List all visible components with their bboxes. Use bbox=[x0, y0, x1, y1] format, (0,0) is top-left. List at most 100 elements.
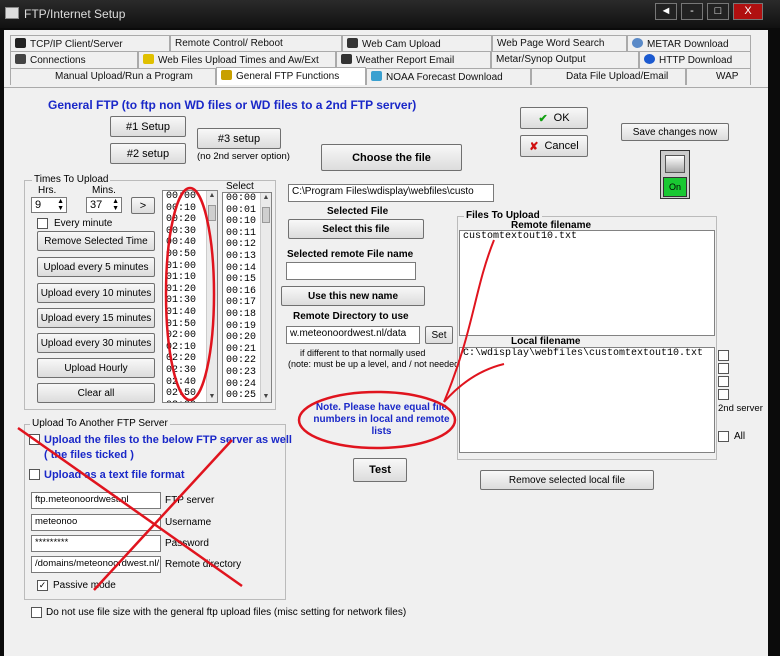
maximize-button[interactable]: □ bbox=[707, 3, 729, 20]
back-button[interactable]: ◄ bbox=[655, 3, 677, 20]
tab-http[interactable]: HTTP Download bbox=[639, 51, 751, 68]
username-field[interactable]: meteonoo bbox=[31, 514, 161, 531]
tab-remote-control[interactable]: Remote Control/ Reboot bbox=[170, 35, 342, 52]
minimize-button[interactable]: - bbox=[681, 3, 703, 20]
remove-selected-time-button[interactable]: Remove Selected Time bbox=[37, 231, 155, 251]
toggle-on-label: On bbox=[663, 177, 687, 197]
clear-all-button[interactable]: Clear all bbox=[37, 383, 155, 403]
spinner-arrows-icon: ▲ ▼ bbox=[57, 198, 64, 212]
hours-spinner[interactable]: 9 ▲ ▼ bbox=[31, 197, 67, 213]
no-file-size-checkbox[interactable] bbox=[31, 607, 42, 618]
password-field[interactable]: ********* bbox=[31, 535, 161, 552]
set-dir-button[interactable]: Set bbox=[425, 326, 453, 344]
password-label: Password bbox=[165, 538, 209, 549]
upload-below-checkbox[interactable] bbox=[29, 434, 40, 445]
minutes-spinner[interactable]: 37 ▲ ▼ bbox=[86, 197, 122, 213]
noaa-icon bbox=[371, 71, 382, 81]
scroll-down-icon[interactable]: ▼ bbox=[261, 392, 271, 402]
toggle-knob bbox=[665, 155, 685, 173]
http-globe-icon bbox=[644, 54, 655, 64]
tab-metar-synop[interactable]: Metar/Synop Output bbox=[491, 51, 639, 68]
all-checkbox[interactable] bbox=[718, 431, 729, 442]
close-button[interactable]: X bbox=[733, 3, 763, 20]
tab-data-file[interactable]: Data File Upload/Email bbox=[531, 68, 686, 85]
scroll-up-icon[interactable]: ▲ bbox=[261, 193, 271, 203]
scroll-thumb[interactable] bbox=[262, 207, 270, 223]
select-this-file-button[interactable]: Select this file bbox=[288, 219, 424, 239]
on-toggle-switch[interactable]: On bbox=[660, 150, 690, 199]
selected-file-label: Selected File bbox=[327, 206, 389, 217]
tab-noaa[interactable]: NOAA Forecast Download bbox=[366, 68, 531, 85]
tab-general-ftp[interactable]: General FTP Functions bbox=[216, 67, 366, 85]
spinner-arrows-icon: ▲ ▼ bbox=[112, 198, 119, 212]
upload-below-label: Upload the files to the below FTP server… bbox=[44, 434, 292, 446]
tab-webcam[interactable]: Web Cam Upload bbox=[342, 35, 492, 52]
tab-weather-email[interactable]: Weather Report Email bbox=[336, 51, 491, 68]
remote-directory-field[interactable]: /domains/meteonoordwest.nl/ bbox=[31, 556, 161, 573]
second-server-checkbox-1[interactable] bbox=[718, 350, 729, 361]
scroll-up-icon[interactable]: ▲ bbox=[207, 191, 217, 201]
camera-icon bbox=[347, 38, 358, 48]
choose-file-button[interactable]: Choose the file bbox=[321, 144, 462, 171]
local-files-items: C:\wdisplay\webfiles\customtextout10.txt bbox=[460, 348, 714, 360]
hrs-label: Hrs. bbox=[38, 185, 57, 196]
setup-1-button[interactable]: #1 Setup bbox=[110, 116, 186, 137]
tab-metar[interactable]: METAR Download bbox=[627, 35, 751, 52]
save-changes-button[interactable]: Save changes now bbox=[621, 123, 729, 141]
email-icon bbox=[341, 54, 352, 64]
remove-local-file-button[interactable]: Remove selected local file bbox=[480, 470, 654, 490]
local-files-list[interactable]: C:\wdisplay\webfiles\customtextout10.txt bbox=[459, 347, 715, 453]
upload-every-5-button[interactable]: Upload every 5 minutes bbox=[37, 257, 155, 277]
scroll-down-icon[interactable]: ▼ bbox=[207, 392, 217, 402]
files-ticked-label: ( the files ticked ) bbox=[44, 449, 134, 461]
setup-3-button[interactable]: #3 setup bbox=[197, 128, 281, 149]
text-format-label: Upload as a text file format bbox=[44, 469, 185, 481]
ok-button[interactable]: ✔ OK bbox=[520, 107, 588, 129]
upload-every-15-button[interactable]: Upload every 15 minutes bbox=[37, 308, 155, 328]
mins-label: Mins. bbox=[92, 185, 116, 196]
tab-web-files[interactable]: Web Files Upload Times and Aw/Ext bbox=[138, 51, 336, 68]
ftp-server-field[interactable]: ftp.meteonoordwest.nl bbox=[31, 492, 161, 509]
no-file-size-label: Do not use file size with the general ft… bbox=[46, 607, 407, 618]
file-path-field[interactable]: C:\Program Files\wdisplay\webfiles\custo bbox=[288, 184, 494, 202]
passive-mode-checkbox[interactable]: ✓ bbox=[37, 580, 48, 591]
list-item[interactable]: C:\wdisplay\webfiles\customtextout10.txt bbox=[460, 348, 714, 360]
tab-tcpip[interactable]: TCP/IP Client/Server bbox=[10, 35, 170, 52]
cancel-button[interactable]: ✘ Cancel bbox=[520, 135, 588, 157]
connections-icon bbox=[15, 54, 26, 64]
times-scrollbar[interactable]: ▲ ▼ bbox=[206, 191, 217, 402]
list-item[interactable]: customtextout10.txt bbox=[460, 231, 714, 243]
add-time-button[interactable]: > bbox=[131, 197, 155, 214]
remote-dir-field[interactable]: w.meteonoordwest.nl/data bbox=[286, 326, 420, 344]
tab-manual-upload[interactable]: Manual Upload/Run a Program bbox=[10, 68, 216, 85]
test-button[interactable]: Test bbox=[353, 458, 407, 482]
second-server-checkbox-3[interactable] bbox=[718, 376, 729, 387]
no-second-server-note: (no 2nd server option) bbox=[197, 151, 290, 162]
upload-hourly-button[interactable]: Upload Hourly bbox=[37, 358, 155, 378]
tab-divider bbox=[4, 87, 768, 88]
remote-dir-label: Remote Directory to use bbox=[293, 311, 409, 322]
tab-connections[interactable]: Connections bbox=[10, 51, 138, 68]
remote-files-list[interactable]: customtextout10.txt bbox=[459, 230, 715, 336]
text-format-checkbox[interactable] bbox=[29, 469, 40, 480]
local-filename-label: Local filename bbox=[511, 336, 581, 347]
remote-files-items: customtextout10.txt bbox=[460, 231, 714, 243]
tab-wap[interactable]: WAP bbox=[686, 68, 751, 85]
second-server-checkbox-2[interactable] bbox=[718, 363, 729, 374]
upload-every-30-button[interactable]: Upload every 30 minutes bbox=[37, 333, 155, 353]
upload-every-10-button[interactable]: Upload every 10 minutes bbox=[37, 283, 155, 303]
ftp-server-label: FTP server bbox=[165, 495, 215, 506]
select-scrollbar[interactable]: ▲ ▼ bbox=[260, 193, 271, 402]
username-label: Username bbox=[165, 517, 212, 528]
tab-word-search[interactable]: Web Page Word Search bbox=[492, 35, 627, 52]
dialog-client: TCP/IP Client/Server Remote Control/ Reb… bbox=[4, 30, 768, 656]
use-new-name-button[interactable]: Use this new name bbox=[281, 286, 425, 306]
all-label: All bbox=[734, 431, 746, 442]
every-minute-checkbox[interactable] bbox=[37, 218, 48, 229]
setup-2-button[interactable]: #2 setup bbox=[110, 143, 186, 164]
times-group-title: Times To Upload bbox=[32, 174, 111, 185]
second-server-checkbox-4[interactable] bbox=[718, 389, 729, 400]
second-server-label: 2nd server bbox=[718, 403, 763, 414]
scroll-thumb[interactable] bbox=[208, 205, 216, 221]
remote-file-name-field[interactable] bbox=[286, 262, 416, 280]
